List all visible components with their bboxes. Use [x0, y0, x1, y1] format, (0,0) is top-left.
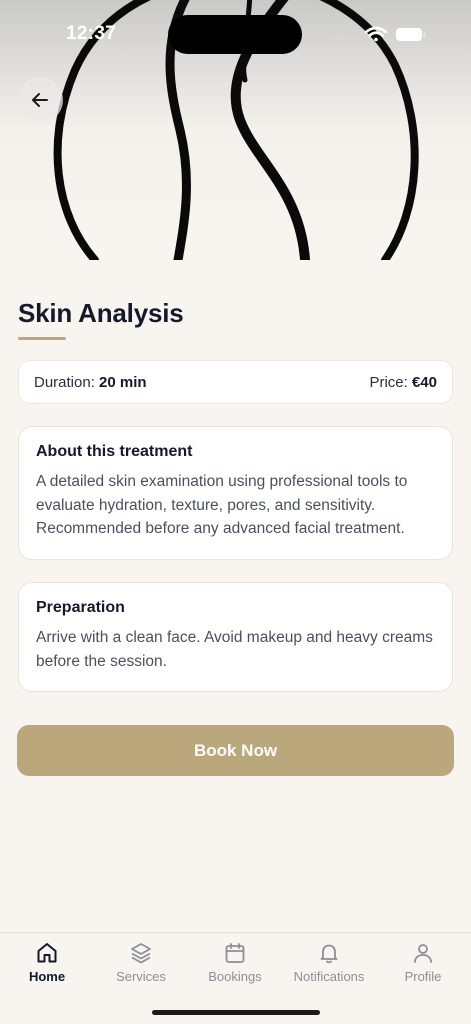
- signal-icon: [334, 36, 355, 39]
- status-icons: [332, 24, 432, 51]
- preparation-text: Arrive with a clean face. Avoid makeup a…: [36, 629, 433, 670]
- tab-bookings[interactable]: Bookings: [188, 941, 282, 984]
- book-now-button[interactable]: Book Now: [17, 725, 454, 776]
- about-text: A detailed skin examination using profes…: [36, 473, 408, 537]
- tab-bookings-label: Bookings: [208, 969, 262, 984]
- user-icon: [414, 944, 432, 963]
- duration-info: Duration: 20 min: [34, 374, 147, 391]
- info-bar: Duration: 20 min Price: €40: [18, 360, 453, 404]
- arrow-left-icon: [32, 93, 48, 107]
- tab-services-label: Services: [116, 969, 166, 984]
- page-title: Skin Analysis: [18, 298, 184, 328]
- price-info: Price: €40: [369, 374, 437, 391]
- tab-home-label: Home: [28, 969, 66, 984]
- layers-icon: [131, 943, 151, 964]
- duration-label: Duration:: [34, 373, 95, 391]
- price-value: €40: [411, 373, 437, 391]
- wifi-icon: [364, 26, 388, 42]
- duration-value: 20 min: [99, 373, 147, 391]
- title-underline: [18, 337, 66, 340]
- tab-services[interactable]: Services: [94, 941, 188, 984]
- battery-icon: [396, 28, 426, 41]
- bell-icon: [320, 944, 338, 964]
- about-card: About this treatment A detailed skin exa…: [18, 426, 453, 560]
- tab-home[interactable]: Home: [0, 941, 94, 984]
- tab-notifications-label: Notifications: [293, 969, 365, 984]
- calendar-icon: [225, 943, 245, 963]
- tab-profile-label: Profile: [404, 969, 442, 984]
- status-bar: 12:37: [0, 0, 471, 70]
- back-button[interactable]: [17, 77, 63, 123]
- dynamic-island: [168, 15, 302, 54]
- status-time: 12:37: [66, 23, 117, 44]
- about-title: About this treatment: [36, 443, 193, 460]
- home-icon: [37, 943, 57, 963]
- home-indicator: [152, 1010, 320, 1015]
- tab-notifications[interactable]: Notifications: [282, 941, 376, 984]
- price-label: Price:: [369, 373, 408, 391]
- preparation-title: Preparation: [36, 599, 125, 616]
- tab-profile[interactable]: Profile: [376, 941, 470, 984]
- preparation-card: Preparation Arrive with a clean face. Av…: [18, 582, 453, 692]
